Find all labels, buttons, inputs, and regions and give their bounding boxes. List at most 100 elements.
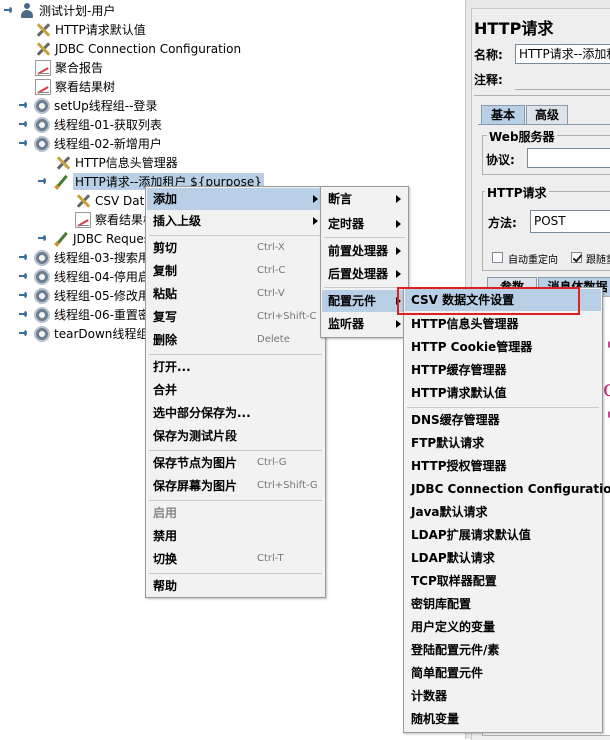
menu-item-random-variable[interactable]: 随机变量 bbox=[405, 708, 601, 730]
tree-node-jdbc-request[interactable]: JDBC Request bbox=[38, 229, 155, 248]
thread-group-gear-icon bbox=[34, 135, 50, 152]
menu-item-merge[interactable]: 合并 bbox=[147, 379, 324, 401]
menu-item-counter[interactable]: 计数器 bbox=[405, 685, 601, 707]
tree-node-group-02[interactable]: 线程组-02-新增用户 bbox=[19, 134, 162, 153]
tree-node-header-manager[interactable]: HTTP信息头管理器 bbox=[55, 153, 178, 172]
tree-node-aggregate-report[interactable]: 聚合报告 bbox=[35, 58, 103, 77]
tree-node-teardown-group[interactable]: tearDown线程组 bbox=[19, 324, 148, 343]
comment-label: 注释: bbox=[474, 73, 503, 87]
tree-node-setup-group[interactable]: setUp线程组--登录 bbox=[19, 96, 157, 115]
menu-item-paste[interactable]: 粘贴 Ctrl-V bbox=[147, 283, 324, 305]
menu-item-java-defaults[interactable]: Java默认请求 bbox=[405, 501, 601, 523]
tree-expand-handle[interactable] bbox=[19, 101, 28, 110]
menu-item-open[interactable]: 打开... bbox=[147, 356, 324, 378]
add-submenu: 断言 定时器 前置处理器 后置处理器 配置元件 监听器 bbox=[320, 186, 409, 338]
tab-advanced[interactable]: 高级 bbox=[526, 105, 568, 124]
http-request-title: HTTP请求 bbox=[485, 184, 549, 201]
tree-node-view-results[interactable]: 察看结果树 bbox=[35, 77, 115, 96]
submenu-arrow-icon bbox=[396, 270, 401, 278]
body-text-fragment-1: ' bbox=[606, 339, 610, 364]
menu-item-cookie-manager[interactable]: HTTP Cookie管理器 bbox=[405, 336, 601, 358]
tree-node-http-defaults[interactable]: HTTP请求默认值 bbox=[35, 20, 146, 39]
name-label: 名称: bbox=[474, 48, 503, 62]
menu-item-save-selection[interactable]: 选中部分保存为... bbox=[147, 402, 324, 424]
menu-separator bbox=[324, 287, 405, 288]
tab-basic[interactable]: 基本 bbox=[481, 105, 525, 124]
submenu-arrow-icon bbox=[396, 220, 401, 228]
menu-item-enable: 启用 bbox=[153, 506, 178, 520]
tree-node-group-06[interactable]: 线程组-06-重置密码 bbox=[19, 305, 162, 324]
method-select[interactable]: POST bbox=[530, 210, 610, 233]
menu-item-keystore-config[interactable]: 密钥库配置 bbox=[405, 593, 601, 615]
body-text-fragment-2: o bbox=[603, 377, 610, 402]
menu-item-login-config[interactable]: 登陆配置元件/素 bbox=[405, 639, 601, 661]
protocol-field[interactable] bbox=[527, 148, 610, 168]
tree-expand-handle[interactable] bbox=[19, 120, 28, 129]
menu-item-ldap-defaults[interactable]: LDAP默认请求 bbox=[405, 547, 601, 569]
tree-node-group-04[interactable]: 线程组-04-停用启用 bbox=[19, 267, 162, 286]
menu-separator bbox=[149, 235, 322, 236]
menu-item-timer[interactable]: 定时器 bbox=[322, 213, 407, 235]
tree-collapse-handle[interactable] bbox=[4, 6, 13, 15]
menu-item-disable[interactable]: 禁用 bbox=[147, 525, 324, 547]
thread-group-gear-icon bbox=[34, 287, 50, 304]
shortcut-label: Ctrl+Shift-C bbox=[257, 311, 317, 322]
menu-item-save-fragment[interactable]: 保存为测试片段 bbox=[147, 425, 324, 447]
tree-expand-handle[interactable] bbox=[19, 329, 28, 338]
tree-node-group-01[interactable]: 线程组-01-获取列表 bbox=[19, 115, 162, 134]
tree-expand-handle[interactable] bbox=[19, 310, 28, 319]
menu-item-cache-manager[interactable]: HTTP缓存管理器 bbox=[405, 359, 601, 381]
menu-item-tcp-config[interactable]: TCP取样器配置 bbox=[405, 570, 601, 592]
menu-item-http-defaults[interactable]: HTTP请求默认值 bbox=[405, 382, 601, 404]
thread-group-gear-icon bbox=[34, 325, 50, 342]
body-text-fragment-3: ' bbox=[606, 409, 610, 434]
menu-item-toggle[interactable]: 切换 Ctrl-T bbox=[147, 548, 324, 570]
menu-item-ldap-ext-defaults[interactable]: LDAP扩展请求默认值 bbox=[405, 524, 601, 546]
follow-redirect-label: 跟随重定向 bbox=[586, 255, 610, 266]
menu-item-add[interactable]: 添加 bbox=[147, 188, 324, 210]
menu-item-help[interactable]: 帮助 bbox=[147, 575, 324, 597]
menu-item-pre-processor[interactable]: 前置处理器 bbox=[322, 240, 407, 262]
tree-expand-handle[interactable] bbox=[19, 253, 28, 262]
divider bbox=[474, 95, 610, 96]
menu-item-simple-config[interactable]: 简单配置元件 bbox=[405, 662, 601, 684]
menu-item-jdbc-config[interactable]: JDBC Connection Configuration bbox=[405, 478, 610, 500]
tree-collapse-handle[interactable] bbox=[38, 177, 47, 186]
menu-item-config-element[interactable]: 配置元件 bbox=[322, 290, 407, 312]
menu-item-listener[interactable]: 监听器 bbox=[322, 313, 407, 335]
menu-item-ftp-defaults[interactable]: FTP默认请求 bbox=[405, 432, 601, 454]
menu-item-save-screen-image[interactable]: 保存屏幕为图片 Ctrl+Shift-G bbox=[147, 475, 324, 497]
tree-node-group-03[interactable]: 线程组-03-搜索用户 bbox=[19, 248, 162, 267]
menu-item-cut[interactable]: 剪切 Ctrl-X bbox=[147, 237, 324, 259]
menu-item-post-processor[interactable]: 后置处理器 bbox=[322, 263, 407, 285]
menu-separator bbox=[324, 237, 405, 238]
tree-collapse-handle[interactable] bbox=[19, 139, 28, 148]
menu-item-delete[interactable]: 删除 Delete bbox=[147, 329, 324, 351]
menu-item-assertion[interactable]: 断言 bbox=[322, 188, 407, 210]
redirect-auto-checkbox[interactable] bbox=[492, 252, 503, 263]
menu-item-insert-parent[interactable]: 插入上级 bbox=[147, 210, 324, 232]
shortcut-label: Ctrl+Shift-G bbox=[257, 480, 318, 491]
name-field[interactable]: HTTP请求--添加租户 ${purpose} bbox=[515, 44, 610, 64]
tree-expand-handle[interactable] bbox=[19, 272, 28, 281]
tree-node-root[interactable]: 测试计划-用户 bbox=[4, 1, 115, 20]
config-element-submenu: CSV 数据文件设置 HTTP信息头管理器 HTTP Cookie管理器 HTT… bbox=[403, 287, 610, 733]
tree-node-view-results-child[interactable]: 察看结果树 bbox=[75, 210, 155, 229]
tree-node-jdbc-config[interactable]: JDBC Connection Configuration bbox=[35, 39, 241, 58]
follow-redirect-checkbox[interactable] bbox=[571, 252, 582, 263]
context-menu: 添加 插入上级 剪切 Ctrl-X 复制 Ctrl-C 粘贴 Ctrl-V 复写… bbox=[145, 186, 326, 598]
sampler-pen-icon bbox=[53, 231, 69, 247]
menu-item-dns-cache[interactable]: DNS缓存管理器 bbox=[405, 409, 601, 431]
thread-group-gear-icon bbox=[34, 268, 50, 285]
listener-chart-icon bbox=[75, 211, 91, 228]
tree-expand-handle[interactable] bbox=[19, 291, 28, 300]
menu-item-auth-manager[interactable]: HTTP授权管理器 bbox=[405, 455, 601, 477]
menu-item-duplicate[interactable]: 复写 Ctrl+Shift-C bbox=[147, 306, 324, 328]
tree-node-group-05[interactable]: 线程组-05-修改用户 bbox=[19, 286, 162, 305]
menu-item-user-variables[interactable]: 用户定义的变量 bbox=[405, 616, 601, 638]
comment-field[interactable] bbox=[515, 69, 610, 90]
tree-expand-handle[interactable] bbox=[38, 234, 47, 243]
menu-item-copy[interactable]: 复制 Ctrl-C bbox=[147, 260, 324, 282]
menu-item-save-node-image[interactable]: 保存节点为图片 Ctrl-G bbox=[147, 452, 324, 474]
menu-item-header-manager[interactable]: HTTP信息头管理器 bbox=[405, 313, 601, 335]
